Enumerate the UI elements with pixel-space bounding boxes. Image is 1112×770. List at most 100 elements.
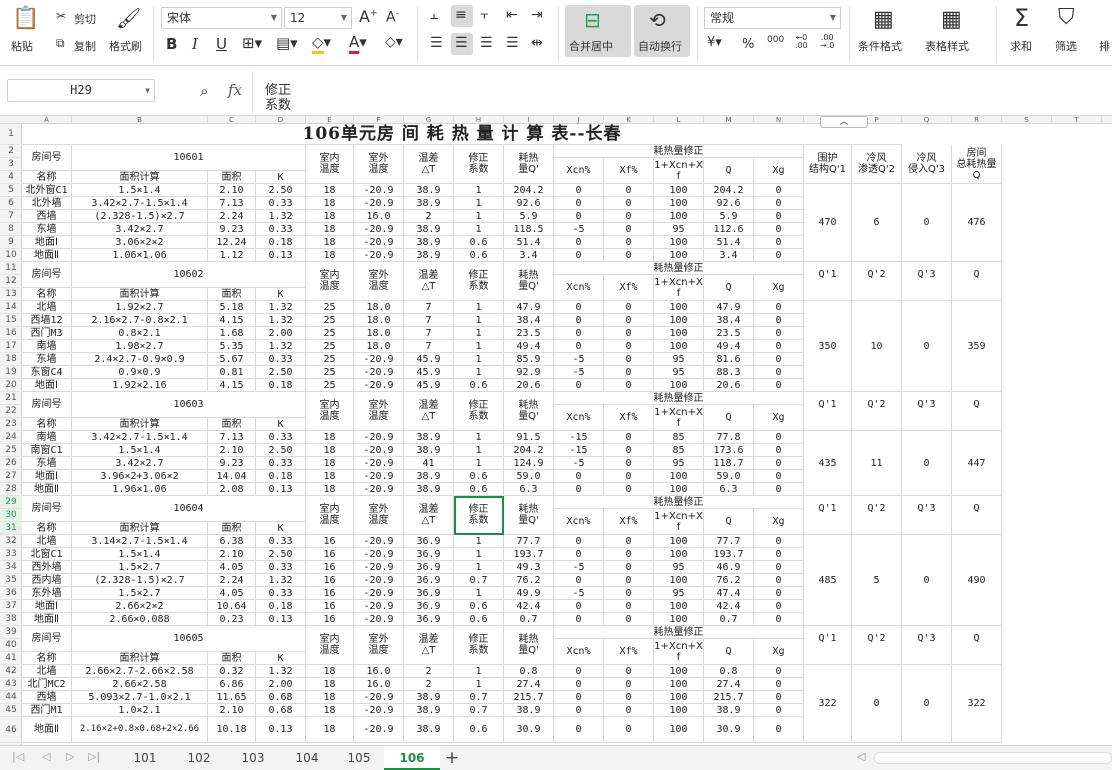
factor-header[interactable]: 1+Xcn+X f	[654, 405, 704, 431]
table-cell[interactable]: 49.4	[504, 340, 554, 353]
heat-header[interactable]: 耗热 量Q'	[504, 262, 554, 301]
column-header[interactable]: I	[504, 116, 554, 124]
table-cell[interactable]: 5.67	[208, 353, 256, 366]
table-cell[interactable]: 2.00	[256, 678, 306, 691]
table-cell[interactable]: 西墙	[22, 691, 72, 704]
table-cell[interactable]: 0.18	[256, 236, 306, 249]
q2-header[interactable]: Q'2	[852, 379, 902, 431]
table-cell[interactable]: 204.2	[504, 184, 554, 197]
table-cell[interactable]: 2.66×2.58	[72, 678, 208, 691]
table-cell[interactable]: 0	[754, 704, 804, 717]
table-cell[interactable]: 9.23	[208, 223, 256, 236]
table-cell[interactable]: 3.42×2.7-1.5×1.4	[72, 197, 208, 210]
indoor-temp-header[interactable]: 室内 温度	[306, 392, 354, 431]
correction-header[interactable]: 修正 系数	[454, 262, 504, 301]
table-cell[interactable]: 0.13	[256, 717, 306, 743]
table-cell[interactable]: 0	[754, 340, 804, 353]
table-cell[interactable]: 100	[654, 483, 704, 496]
name-header[interactable]: 名称	[22, 522, 72, 535]
table-cell[interactable]: 14.04	[208, 470, 256, 483]
sum-icon[interactable]: Σ	[1014, 4, 1029, 32]
table-cell[interactable]: -20.9	[354, 184, 404, 197]
filter-icon[interactable]: ⛉	[1058, 5, 1075, 30]
currency-icon[interactable]: ¥▾	[707, 35, 722, 50]
xf-header[interactable]: Xf%	[604, 509, 654, 535]
horizontal-scrollbar[interactable]	[874, 752, 1112, 764]
column-header[interactable]: J	[554, 116, 604, 124]
table-cell[interactable]: 2.16×2+0.8×0.68+2×2.66	[72, 717, 208, 743]
add-sheet-button[interactable]: +	[442, 746, 462, 770]
table-cell[interactable]: 0	[604, 444, 654, 457]
heat-correction-header[interactable]: 耗热量修正	[554, 392, 804, 405]
area-header[interactable]: 面积	[208, 171, 256, 184]
q-total-header[interactable]: Q	[952, 379, 1002, 431]
table-cell[interactable]: 3.42×2.7	[72, 223, 208, 236]
row-header[interactable]: 13	[0, 288, 22, 301]
table-cell[interactable]: 100	[654, 314, 704, 327]
table-cell[interactable]: 北门MC2	[22, 678, 72, 691]
table-cell[interactable]: 25	[306, 353, 354, 366]
table-cell[interactable]: 0	[604, 184, 654, 197]
table-cell[interactable]: 25	[306, 379, 354, 392]
row-header[interactable]: 12	[0, 275, 22, 288]
row-header[interactable]: 6	[0, 197, 22, 210]
table-cell[interactable]: 3.96×2+3.06×2	[72, 470, 208, 483]
table-cell[interactable]: 0	[604, 600, 654, 613]
q2-header[interactable]: Q'2	[852, 483, 902, 535]
table-cell[interactable]: 1.32	[256, 574, 306, 587]
table-style-button[interactable]: 表格样式	[925, 38, 969, 54]
table-cell[interactable]: 0.13	[256, 613, 306, 626]
table-cell[interactable]: -20.9	[354, 457, 404, 470]
xcn-header[interactable]: Xcn%	[554, 275, 604, 301]
column-header[interactable]: B	[72, 116, 208, 124]
table-cell[interactable]: 46.9	[704, 561, 754, 574]
correction-header[interactable]: 修正 系数	[454, 496, 504, 535]
table-cell[interactable]: 0	[754, 379, 804, 392]
table-cell[interactable]: 南墙	[22, 340, 72, 353]
table-cell[interactable]: 0	[554, 184, 604, 197]
table-cell[interactable]: 45.9	[404, 353, 454, 366]
table-cell[interactable]: 0	[754, 444, 804, 457]
table-cell[interactable]: 1.98×2.7	[72, 340, 208, 353]
fill-color-icon[interactable]: ◇▾	[312, 33, 331, 54]
table-cell[interactable]: 0	[604, 704, 654, 717]
room-number[interactable]: 10605	[72, 626, 306, 652]
table-cell[interactable]: 7	[404, 327, 454, 340]
room-no-label[interactable]: 房间号	[22, 626, 72, 652]
distributed-icon[interactable]: ⇹	[531, 35, 543, 51]
table-cell[interactable]: 38.9	[404, 717, 454, 743]
room-no-label[interactable]: 房间号	[22, 145, 72, 171]
font-name-select[interactable]: 宋体 ▼	[161, 7, 282, 29]
table-cell[interactable]: 0	[754, 483, 804, 496]
table-cell[interactable]: 77.7	[704, 535, 754, 548]
table-cell[interactable]: 2.10	[208, 444, 256, 457]
table-cell[interactable]: 38.9	[404, 249, 454, 262]
row-header[interactable]: 23	[0, 418, 22, 431]
table-cell[interactable]: 0.7	[504, 613, 554, 626]
table-cell[interactable]: 215.7	[504, 691, 554, 704]
temp-diff-header[interactable]: 温差 △T	[404, 496, 454, 535]
indoor-temp-header[interactable]: 室内 温度	[306, 145, 354, 184]
table-cell[interactable]: -20.9	[354, 197, 404, 210]
table-cell[interactable]: 0	[604, 574, 654, 587]
table-cell[interactable]: 北外窗C1	[22, 184, 72, 197]
table-cell[interactable]: 4.05	[208, 587, 256, 600]
table-cell[interactable]: 100	[654, 691, 704, 704]
table-cell[interactable]: 100	[654, 704, 704, 717]
indoor-temp-header[interactable]: 室内 温度	[306, 496, 354, 535]
table-cell[interactable]: 118.5	[504, 223, 554, 236]
row-header[interactable]: 8	[0, 223, 22, 236]
table-cell[interactable]: 59.0	[504, 470, 554, 483]
column-header[interactable]: R	[952, 116, 1002, 124]
prev-sheet-icon[interactable]: ◁	[42, 750, 50, 763]
table-cell[interactable]: 95	[654, 457, 704, 470]
table-cell[interactable]: 92.9	[504, 366, 554, 379]
row-header[interactable]: 29	[0, 496, 22, 509]
table-cell[interactable]: -15	[554, 431, 604, 444]
table-cell[interactable]: 4.15	[208, 314, 256, 327]
sheet-tab-101[interactable]: 101	[118, 746, 172, 770]
table-cell[interactable]: 1.32	[256, 301, 306, 314]
align-top-icon[interactable]: ⫠	[430, 7, 438, 23]
row-header[interactable]: 9	[0, 236, 22, 249]
table-cell[interactable]: 100	[654, 236, 704, 249]
